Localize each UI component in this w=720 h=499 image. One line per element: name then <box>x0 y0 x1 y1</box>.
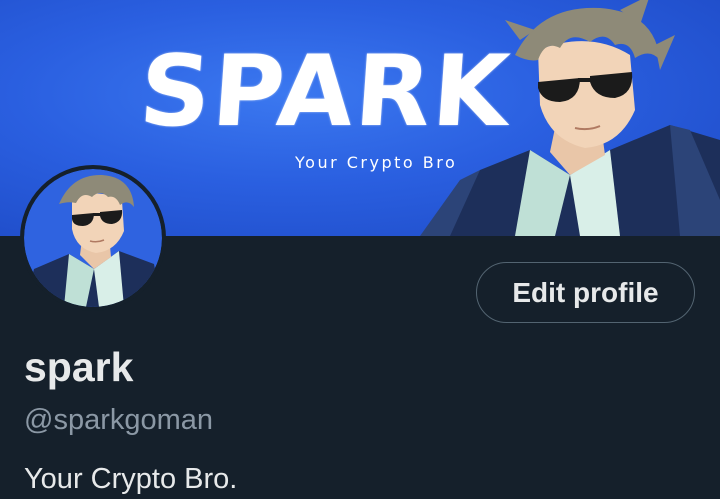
display-name: spark <box>24 344 134 390</box>
user-handle: @sparkgoman <box>24 404 214 436</box>
banner-character-illustration <box>420 0 720 236</box>
profile-page: SPARK Your Crypto Bro Edit profile spark… <box>0 0 720 499</box>
avatar-character-illustration <box>24 169 162 307</box>
edit-profile-button[interactable]: Edit profile <box>476 262 695 323</box>
profile-bio: Your Crypto Bro. <box>24 463 238 495</box>
profile-avatar[interactable] <box>20 165 166 311</box>
